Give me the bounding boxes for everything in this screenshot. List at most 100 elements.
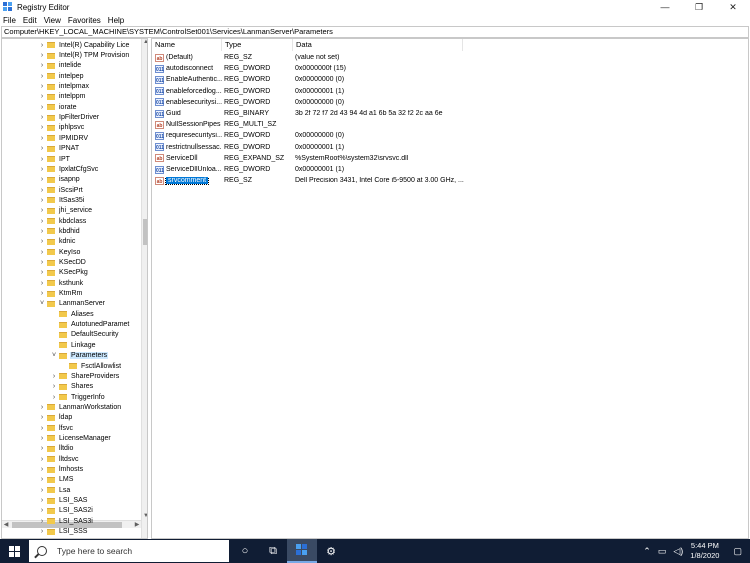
collapsed-chevron-icon[interactable]: ›	[50, 383, 58, 390]
scroll-down-icon[interactable]: ▼	[142, 513, 147, 521]
clock[interactable]: 5:44 PM 1/8/2020	[690, 541, 719, 561]
tree-scroll-thumb[interactable]	[143, 219, 147, 245]
collapsed-chevron-icon[interactable]: ›	[38, 238, 46, 245]
scroll-right-icon[interactable]: ▶	[133, 521, 141, 529]
column-type[interactable]: Type	[222, 39, 293, 51]
collapsed-chevron-icon[interactable]: ›	[50, 394, 58, 401]
collapsed-chevron-icon[interactable]: ›	[38, 114, 46, 121]
settings-gear-icon[interactable]: ⚙	[316, 539, 346, 563]
tree-item[interactable]: › intelide	[38, 61, 82, 71]
taskbar-search-box[interactable]: Type here to search	[29, 540, 229, 562]
tree-item[interactable]: › kbdhid	[38, 226, 81, 236]
expanded-chevron-icon[interactable]: ˅	[38, 300, 46, 307]
collapsed-chevron-icon[interactable]: ›	[38, 425, 46, 432]
registry-editor-taskbar-icon[interactable]	[287, 539, 317, 563]
collapsed-chevron-icon[interactable]: ›	[38, 249, 46, 256]
collapsed-chevron-icon[interactable]: ›	[38, 466, 46, 473]
tree-item[interactable]: › lltdio	[38, 444, 74, 454]
value-row[interactable]: 011 ServiceDllUnloa... REG_DWORD 0x00000001…	[152, 164, 493, 175]
collapsed-chevron-icon[interactable]: ›	[38, 197, 46, 204]
value-row[interactable]: ab ServiceDll REG_EXPAND_SZ %SystemRoot%\sy…	[152, 153, 493, 164]
start-button[interactable]	[0, 539, 28, 563]
tree-item[interactable]: › IPMIDRV	[38, 133, 89, 143]
tree-item[interactable]: › Shares	[50, 382, 94, 392]
collapsed-chevron-icon[interactable]: ›	[38, 259, 46, 266]
collapsed-chevron-icon[interactable]: ›	[38, 93, 46, 100]
notification-icon[interactable]: ▢	[733, 546, 742, 557]
tree-item[interactable]: AutotunedParamet	[50, 319, 130, 329]
tree-item[interactable]: › LSI_SSS	[38, 526, 88, 536]
collapsed-chevron-icon[interactable]: ›	[38, 476, 46, 483]
tree-item[interactable]: › lltdsvc	[38, 454, 79, 464]
tree-item[interactable]: › lmhosts	[38, 464, 84, 474]
address-bar[interactable]: Computer\HKEY_LOCAL_MACHINE\SYSTEM\Contr…	[1, 26, 749, 38]
tree-item[interactable]: › KeyIso	[38, 247, 81, 257]
tree-item[interactable]: › jhi_service	[38, 206, 93, 216]
value-row[interactable]: 011 enableforcedlog... REG_DWORD 0x00000001…	[152, 86, 493, 97]
tree-item[interactable]: › intelppm	[38, 92, 86, 102]
collapsed-chevron-icon[interactable]: ›	[38, 280, 46, 287]
cortana-icon[interactable]: ○	[230, 539, 260, 563]
collapsed-chevron-icon[interactable]: ›	[38, 73, 46, 80]
tree-item[interactable]: › IPNAT	[38, 144, 80, 154]
close-button[interactable]: ✕	[716, 0, 750, 14]
collapsed-chevron-icon[interactable]: ›	[38, 52, 46, 59]
tree-item[interactable]: › ksthunk	[38, 278, 84, 288]
collapsed-chevron-icon[interactable]: ›	[38, 507, 46, 514]
network-icon[interactable]: ▭	[658, 546, 667, 557]
tree-item[interactable]: › kdnic	[38, 237, 76, 247]
tree-item[interactable]: › LicenseManager	[38, 433, 112, 443]
column-name[interactable]: Name	[152, 39, 222, 51]
collapsed-chevron-icon[interactable]: ›	[38, 528, 46, 535]
collapsed-chevron-icon[interactable]: ›	[38, 166, 46, 173]
value-row[interactable]: 011 Guid REG_BINARY 3b 2f 72 f7 2d 43 94 4d…	[152, 108, 493, 119]
collapsed-chevron-icon[interactable]: ›	[38, 497, 46, 504]
collapsed-chevron-icon[interactable]: ›	[50, 373, 58, 380]
menu-view[interactable]: View	[44, 16, 61, 25]
tree-item[interactable]: › ItSas35i	[38, 195, 85, 205]
tree-item[interactable]: › iphlpsvc	[38, 123, 85, 133]
collapsed-chevron-icon[interactable]: ›	[38, 290, 46, 297]
tree-item[interactable]: Aliases	[50, 309, 95, 319]
tree-item[interactable]: › IPT	[38, 154, 71, 164]
tree-item[interactable]: › IpxlatCfgSvc	[38, 164, 99, 174]
tree-item[interactable]: › Intel(R) TPM Provision	[38, 50, 130, 60]
collapsed-chevron-icon[interactable]: ›	[38, 445, 46, 452]
collapsed-chevron-icon[interactable]: ›	[38, 487, 46, 494]
menu-file[interactable]: File	[3, 16, 16, 25]
collapsed-chevron-icon[interactable]: ›	[38, 435, 46, 442]
collapsed-chevron-icon[interactable]: ›	[38, 228, 46, 235]
tree-item[interactable]: › ShareProviders	[50, 371, 120, 381]
collapsed-chevron-icon[interactable]: ›	[38, 518, 46, 525]
tree-item[interactable]: › LSI_SAS	[38, 495, 88, 505]
value-row[interactable]: 011 requiresecuritysi... REG_DWORD 0x000000…	[152, 130, 493, 141]
collapsed-chevron-icon[interactable]: ›	[38, 145, 46, 152]
collapsed-chevron-icon[interactable]: ›	[38, 269, 46, 276]
tree-item[interactable]: › Lsa	[38, 485, 71, 495]
collapsed-chevron-icon[interactable]: ›	[38, 404, 46, 411]
values-list[interactable]: Name Type Data ab (Default) REG_SZ (value n…	[151, 38, 749, 539]
tree-item[interactable]: ˅ Parameters	[50, 351, 109, 361]
collapsed-chevron-icon[interactable]: ›	[38, 207, 46, 214]
collapsed-chevron-icon[interactable]: ›	[38, 414, 46, 421]
collapsed-chevron-icon[interactable]: ›	[38, 104, 46, 111]
tree-item[interactable]: › LanmanWorkstation	[38, 402, 122, 412]
value-row[interactable]: ab NullSessionPipes REG_MULTI_SZ	[152, 119, 493, 130]
collapsed-chevron-icon[interactable]: ›	[38, 83, 46, 90]
tree-item[interactable]: › intelpmax	[38, 81, 90, 91]
volume-icon[interactable]: ◁)	[673, 546, 683, 557]
tree-item[interactable]: › KSecDD	[38, 257, 87, 267]
tree-item[interactable]: › kbdclass	[38, 216, 87, 226]
tree-vertical-scrollbar[interactable]: ▲ ▼	[141, 39, 147, 538]
column-data[interactable]: Data	[293, 39, 463, 51]
tree-item[interactable]: › KSecPkg	[38, 268, 89, 278]
tree-item[interactable]: › LSI_SAS3i	[38, 516, 94, 526]
collapsed-chevron-icon[interactable]: ›	[38, 124, 46, 131]
key-tree[interactable]: ▲ ▼ ◀ ▶ › Intel(R) Capability Lice › Intel(…	[1, 38, 148, 539]
expanded-chevron-icon[interactable]: ˅	[50, 352, 58, 359]
tree-item[interactable]: › Intel(R) Capability Lice	[38, 40, 130, 50]
tree-item[interactable]: DefaultSecurity	[50, 330, 119, 340]
tree-item[interactable]: Linkage	[50, 340, 97, 350]
menu-favorites[interactable]: Favorites	[68, 16, 101, 25]
task-view-icon[interactable]: ⧉	[258, 539, 288, 563]
